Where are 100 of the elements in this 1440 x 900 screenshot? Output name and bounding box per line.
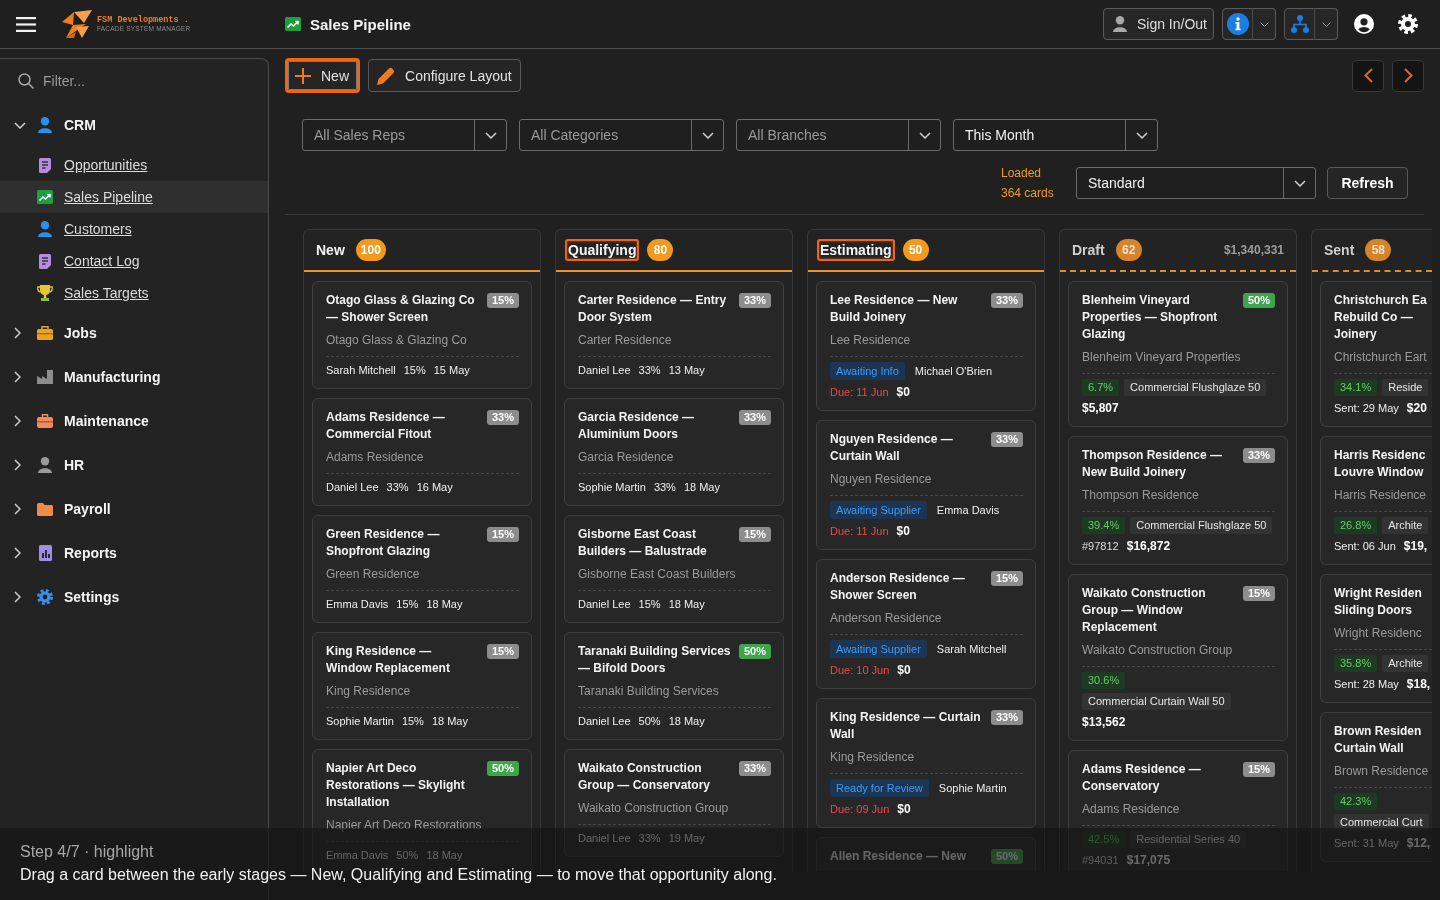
opportunity-card[interactable]: Otago Glass & Glazing Co — Shower Screen 15% Otago Glass & Glazing Co Sarah Mitchell 15% 15 May <box>312 281 532 389</box>
opportunity-card[interactable]: Waikato Construction Group — Window Replacement 15% Waikato Construction Group 30.6% Commercial Curtain Wall 50 $13,562 <box>1068 574 1288 741</box>
client-name: Thompson Residence <box>1082 487 1200 504</box>
amount: $13,562 <box>1082 714 1126 730</box>
view-dropdown[interactable]: Standard <box>1076 167 1316 199</box>
brand-name: FSM Developments . <box>97 15 190 25</box>
filter-dropdown[interactable]: All Categories <box>519 119 724 151</box>
info-button[interactable] <box>1222 8 1253 40</box>
card-title: Green Residence — Shopfront Glazing <box>326 526 441 560</box>
card-count: 80 <box>647 239 674 261</box>
chevron-down-icon <box>484 131 497 139</box>
opportunity-card[interactable]: King Residence — Window Replacement 15% King Residence Sophie Martin 15% 18 May <box>312 632 532 740</box>
org-chart-icon <box>1290 15 1309 33</box>
opportunity-card[interactable]: Blenheim Vineyard Properties — Shopfront Glazing 50% Blenheim Vineyard Properties 6.7% Commercial Flushglaze 50 $5,807 <box>1068 281 1288 427</box>
client-name: Carter Residence <box>578 332 673 349</box>
opportunity-card[interactable]: Lee Residence — New Build Joinery 33% Lee Residence Awaiting Info Michael O'Brien Due: 11 Jun $0 <box>816 281 1036 411</box>
opportunity-card[interactable]: Thompson Residence — New Build Joinery 33% Thompson Residence 39.4% Commercial Flushglaze 50 #97812 $16,872 <box>1068 436 1288 565</box>
nav-group[interactable]: Payroll <box>0 487 268 531</box>
card-title: Gisborne East Coast Builders — Balustrade <box>578 526 708 560</box>
assignee-name: Michael O'Brien <box>914 365 993 377</box>
opportunity-card[interactable]: Brown Residen Curtain Wall Brown Residence 42.3% Commercial Curt Sent: 31 May $12, <box>1320 712 1432 862</box>
configure-layout-button[interactable]: Configure Layout <box>368 59 521 92</box>
nav-item[interactable]: Sales Targets <box>0 277 268 309</box>
opportunity-card[interactable]: Nguyen Residence — Curtain Wall 33% Nguyen Residence Awaiting Supplier Emma Davis Due: 11 Jun $0 <box>816 420 1036 550</box>
probability-chip: 50% <box>990 849 1023 864</box>
probability-text: 33% <box>638 363 661 378</box>
opportunity-card[interactable]: Christchurch Ea Rebuild Co — Joinery Christchurch Eart 34.1% Reside Sent: 29 May $20 <box>1320 281 1432 427</box>
person-icon <box>38 221 52 237</box>
org-chart-button[interactable] <box>1284 8 1315 40</box>
opportunity-card[interactable]: Anderson Residence — Shower Screen 15% Anderson Residence Awaiting Supplier Sarah Mitchell Due: 10 Jun $0 <box>816 559 1036 689</box>
filter-dropdown[interactable]: All Sales Reps <box>302 119 507 151</box>
status-tag: Ready for Review <box>830 779 929 797</box>
nav-item[interactable]: Contact Log <box>0 245 268 277</box>
opportunity-card[interactable]: Garcia Residence — Aluminium Doors 33% Garcia Residence Sophie Martin 33% 18 May <box>564 398 784 506</box>
opportunity-card[interactable]: Adams Residence — Commercial Fitout 33% Adams Residence Daniel Lee 33% 16 May <box>312 398 532 506</box>
filter-dropdown[interactable]: This Month <box>953 119 1158 151</box>
opportunity-card[interactable]: Gisborne East Coast Builders — Balustrade 15% Gisborne East Coast Builders Daniel Lee 15% 18 May <box>564 515 784 623</box>
rep-name: Sophie Martin <box>578 480 646 495</box>
nav-group[interactable]: Maintenance <box>0 399 268 443</box>
next-button[interactable] <box>1392 59 1424 92</box>
card-title: King Residence — Window Replacement <box>326 643 451 677</box>
probability-text: 33% <box>386 480 409 495</box>
card-title: Allen Residence — New <box>830 848 968 865</box>
sign-in-button[interactable]: Sign In/Out <box>1102 8 1214 40</box>
sent-date: Sent: 29 May <box>1334 401 1399 416</box>
menu-icon[interactable] <box>16 16 36 32</box>
person-icon <box>1112 16 1127 32</box>
nav-group[interactable]: Jobs <box>0 311 268 355</box>
refresh-button[interactable]: Refresh <box>1327 167 1408 199</box>
opportunity-card[interactable]: Harris Residenc Louvre Window Harris Residence 26.8% Archite Sent: 06 Jun $19, <box>1320 436 1432 565</box>
nav-item[interactable]: Opportunities <box>0 149 268 181</box>
nav-group[interactable]: HR <box>0 443 268 487</box>
card-title: Otago Glass & Glazing Co — Shower Screen <box>326 292 476 326</box>
card-title: Carter Residence — Entry Door System <box>578 292 728 326</box>
nav-item[interactable]: Sales Pipeline <box>0 181 268 213</box>
card-count: 62 <box>1115 239 1142 261</box>
nav-group[interactable]: Manufacturing <box>0 355 268 399</box>
amount: $5,807 <box>1082 400 1119 416</box>
probability-chip: 33% <box>1242 448 1275 463</box>
new-button[interactable]: New <box>285 58 360 93</box>
filter-dropdown[interactable]: All Branches <box>736 119 941 151</box>
nav-group[interactable]: Settings <box>0 575 268 619</box>
rep-name: Sophie Martin <box>326 714 394 729</box>
card-title: Adams Residence — Conservatory <box>1082 761 1202 795</box>
logo-icon <box>62 10 92 38</box>
margin-chip: 35.8% <box>1334 655 1378 672</box>
nav-group[interactable]: Reports <box>0 531 268 575</box>
product-chip: Commercial Curtain Wall 50 <box>1082 693 1231 710</box>
product-chip: Commercial Flushglaze 50 <box>1124 379 1267 396</box>
product-chip: Residential Series 40 <box>1130 831 1247 848</box>
nav-group[interactable]: CRM <box>0 103 268 147</box>
probability-text: 50% <box>396 848 419 863</box>
due-date: Due: 11 Jun <box>830 385 889 400</box>
opportunity-card[interactable]: King Residence — Curtain Wall 33% King Residence Ready for Review Sophie Martin Due: 09 Jun $0 <box>816 698 1036 828</box>
column-title: Estimating <box>817 239 895 261</box>
close-date: 18 May <box>426 848 463 863</box>
opportunity-card[interactable]: Green Residence — Shopfront Glazing 15% Green Residence Emma Davis 15% 18 May <box>312 515 532 623</box>
opportunity-card[interactable]: Wright Residen Sliding Doors Wright Residenc 35.8% Archite Sent: 28 May $18, <box>1320 574 1432 703</box>
probability-chip: 15% <box>486 293 519 308</box>
rep-name: Emma Davis <box>326 597 389 612</box>
filter-field[interactable]: Filter... <box>43 71 243 91</box>
factory-icon <box>37 370 53 384</box>
pencil-icon <box>377 66 395 85</box>
page-title: Sales Pipeline <box>310 15 411 33</box>
rep-name: Daniel Lee <box>578 714 631 729</box>
chevron-left-icon <box>1363 68 1373 83</box>
opportunity-card[interactable]: Carter Residence — Entry Door System 33% Carter Residence Daniel Lee 33% 13 May <box>564 281 784 389</box>
opportunity-card[interactable]: Taranaki Building Services — Bifold Doors 50% Taranaki Building Services Daniel Lee 50% 18 May <box>564 632 784 740</box>
previous-button[interactable] <box>1352 59 1384 92</box>
probability-text: 33% <box>653 480 676 495</box>
nav-item[interactable]: Customers <box>0 213 268 245</box>
chevron-down-icon <box>701 131 714 139</box>
probability-chip: 33% <box>738 761 771 776</box>
account-icon[interactable] <box>1354 14 1374 34</box>
status-tag: Awaiting Supplier <box>830 501 927 519</box>
opportunity-card[interactable]: Waikato Construction Group — Conservatory 33% Waikato Construction Group Daniel Lee 33% 19 May <box>564 749 784 857</box>
trophy-icon <box>37 285 53 301</box>
settings-icon[interactable] <box>1398 14 1418 34</box>
amount: $17,075 <box>1126 852 1171 868</box>
product-chip: Reside <box>1382 379 1429 396</box>
